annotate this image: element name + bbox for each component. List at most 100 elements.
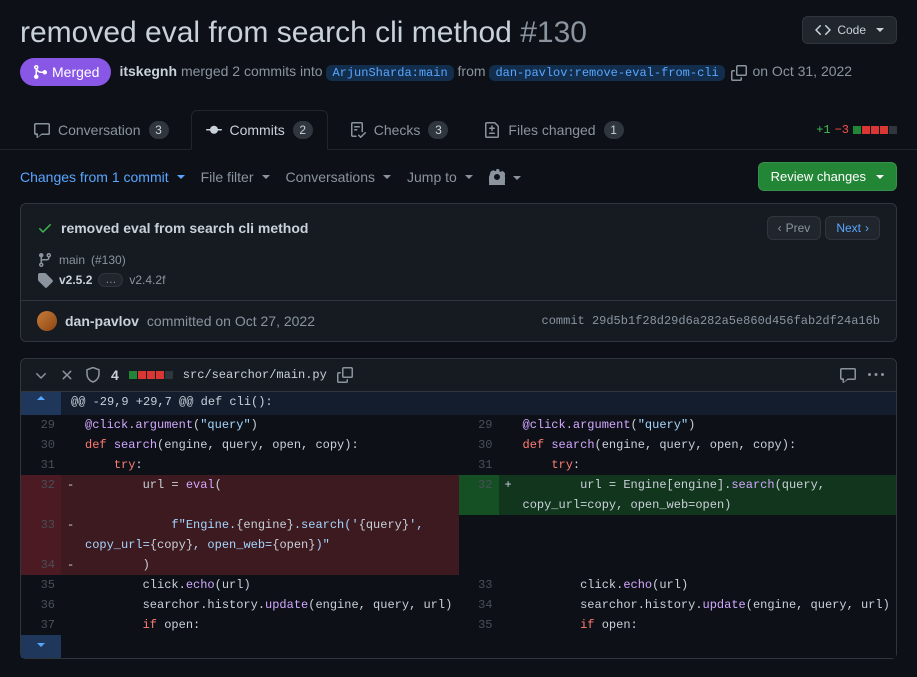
file-diff-icon xyxy=(484,122,500,138)
tab-commits[interactable]: Commits 2 xyxy=(191,110,328,150)
kebab-icon[interactable] xyxy=(868,367,884,383)
line-number[interactable]: 30 xyxy=(459,435,499,455)
code-button-label: Code xyxy=(837,23,866,37)
next-button[interactable]: Next › xyxy=(825,216,880,240)
commit-sha: commit 29d5b1f28d29d6a282a5e860d456fab2d… xyxy=(542,314,880,328)
chevron-down-icon xyxy=(872,23,884,37)
tag[interactable]: v2.4.2f xyxy=(129,273,165,287)
merge-description: itskegnh merged 2 commits into ArjunShar… xyxy=(119,63,852,80)
jump-to[interactable]: Jump to xyxy=(407,169,473,185)
avatar[interactable] xyxy=(37,311,57,331)
commit-title: removed eval from search cli method xyxy=(61,220,308,236)
settings-button[interactable] xyxy=(489,169,521,185)
tag[interactable]: v2.5.2 xyxy=(59,273,92,287)
checklist-icon xyxy=(350,122,366,138)
line-number[interactable]: 35 xyxy=(21,575,61,595)
line-number[interactable]: 37 xyxy=(21,615,61,635)
copy-icon[interactable] xyxy=(337,367,353,383)
code-line: url = eval( xyxy=(79,475,459,515)
expand-up[interactable] xyxy=(21,392,61,415)
code-line: click.echo(url) xyxy=(517,575,897,595)
line-number[interactable]: 34 xyxy=(459,595,499,615)
line-number[interactable]: 36 xyxy=(21,595,61,615)
comment-icon[interactable] xyxy=(840,367,856,383)
commit-icon xyxy=(206,122,222,138)
merge-icon xyxy=(32,64,48,80)
merge-state-badge: Merged xyxy=(20,58,111,86)
head-branch[interactable]: dan-pavlov:remove-eval-from-cli xyxy=(489,65,724,81)
tab-checks[interactable]: Checks 3 xyxy=(336,110,463,149)
branch-name[interactable]: main xyxy=(59,253,85,267)
copy-icon[interactable] xyxy=(731,65,747,81)
code-line: ) xyxy=(79,555,459,575)
chevron-down-icon xyxy=(872,169,884,184)
code-line: if open: xyxy=(79,615,459,635)
code-line: url = Engine[engine].search(query, copy_… xyxy=(517,475,897,515)
line-number[interactable]: 34 xyxy=(21,555,61,575)
line-number[interactable] xyxy=(459,555,499,575)
commit-date: committed on Oct 27, 2022 xyxy=(147,313,315,329)
line-number[interactable]: 32 xyxy=(459,475,499,515)
tag-more[interactable]: … xyxy=(98,273,123,287)
tag-icon xyxy=(37,272,53,288)
line-number[interactable]: 30 xyxy=(21,435,61,455)
chevron-down-icon[interactable] xyxy=(33,367,49,383)
code-line: searchor.history.update(engine, query, u… xyxy=(517,595,897,615)
tab-label: Files changed xyxy=(508,122,595,138)
line-number[interactable]: 31 xyxy=(21,455,61,475)
line-number[interactable]: 32 xyxy=(21,475,61,515)
code-line: def search(engine, query, open, copy): xyxy=(517,435,897,455)
diff-squares xyxy=(853,126,897,134)
pr-title: removed eval from search cli method #130 xyxy=(20,16,587,50)
file-path[interactable]: src/searchor/main.py xyxy=(183,368,327,382)
code-line: if open: xyxy=(517,615,897,635)
line-number[interactable] xyxy=(459,515,499,555)
code-line: @click.argument("query") xyxy=(517,415,897,435)
tab-label: Commits xyxy=(230,122,285,138)
changes-filter[interactable]: Changes from 1 commit xyxy=(20,169,185,185)
commit-box: removed eval from search cli method ‹ Pr… xyxy=(20,203,897,342)
tab-conversation[interactable]: Conversation 3 xyxy=(20,110,183,149)
expand-down[interactable] xyxy=(21,635,61,658)
review-changes-button[interactable]: Review changes xyxy=(758,162,897,191)
gear-icon xyxy=(489,169,505,185)
file-diff: 4 src/searchor/main.py @@ -29,9 +29,7 @@… xyxy=(20,358,897,659)
code-line: try: xyxy=(79,455,459,475)
review-label: Review changes xyxy=(771,169,866,184)
line-number[interactable]: 33 xyxy=(21,515,61,555)
code-button[interactable]: Code xyxy=(802,16,897,44)
code-line: try: xyxy=(517,455,897,475)
code-line: click.echo(url) xyxy=(79,575,459,595)
tab-files[interactable]: Files changed 1 xyxy=(470,110,637,149)
code-line xyxy=(517,555,897,575)
base-branch[interactable]: ArjunSharda:main xyxy=(326,65,453,81)
additions-count: +1 xyxy=(816,123,830,137)
code-line xyxy=(517,515,897,555)
file-diff-squares xyxy=(129,371,173,379)
prev-button[interactable]: ‹ Prev xyxy=(767,216,822,240)
tab-count: 3 xyxy=(149,121,169,139)
pr-ref[interactable]: (#130) xyxy=(91,253,126,267)
line-number[interactable]: 35 xyxy=(459,615,499,635)
code-line: def search(engine, query, open, copy): xyxy=(79,435,459,455)
tab-label: Conversation xyxy=(58,122,141,138)
conversations-filter[interactable]: Conversations xyxy=(286,169,392,185)
line-number[interactable]: 33 xyxy=(459,575,499,595)
tab-count: 3 xyxy=(428,121,448,139)
diff-table: @@ -29,9 +29,7 @@ def cli():29@click.arg… xyxy=(21,392,896,658)
check-icon xyxy=(37,220,53,236)
shield-icon[interactable] xyxy=(85,367,101,383)
code-icon xyxy=(815,22,831,38)
branch-icon xyxy=(37,252,53,268)
expand-icon[interactable] xyxy=(59,367,75,383)
merge-author[interactable]: itskegnh xyxy=(119,63,177,79)
code-line: @click.argument("query") xyxy=(79,415,459,435)
diff-stats: +1 −3 xyxy=(816,123,897,137)
tab-count: 2 xyxy=(293,121,313,139)
commit-author[interactable]: dan-pavlov xyxy=(65,313,139,329)
line-number[interactable]: 29 xyxy=(459,415,499,435)
code-line: f"Engine.{engine}.search('{query}', copy… xyxy=(79,515,459,555)
line-number[interactable]: 29 xyxy=(21,415,61,435)
line-number[interactable]: 31 xyxy=(459,455,499,475)
file-filter[interactable]: File filter xyxy=(201,169,270,185)
